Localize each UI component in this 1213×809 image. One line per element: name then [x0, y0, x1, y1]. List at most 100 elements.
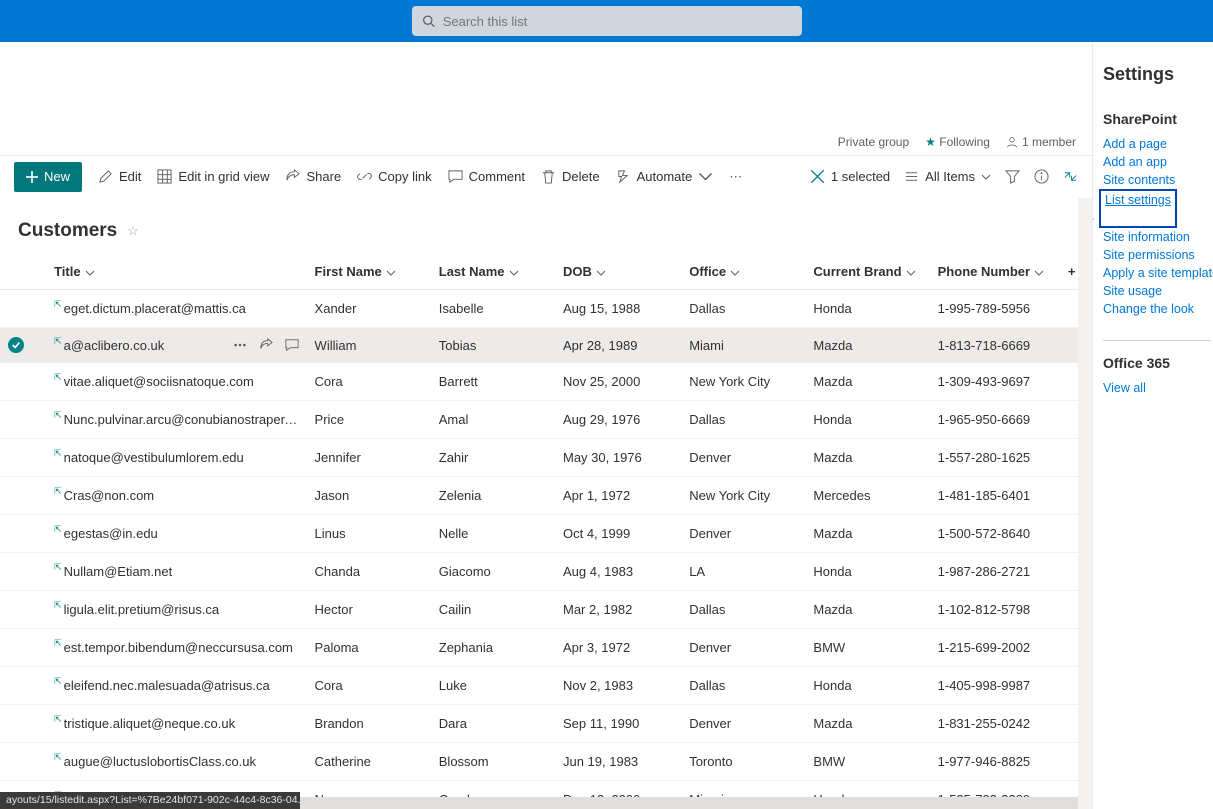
- more-icon[interactable]: [233, 338, 247, 352]
- more-button[interactable]: ⋯: [729, 169, 742, 185]
- cell-first: Cora: [307, 363, 431, 401]
- cell-title: egestas@in.edu: [64, 526, 299, 541]
- settings-link[interactable]: Site permissions: [1103, 246, 1213, 264]
- cell-phone: 1-977-946-8825: [930, 743, 1060, 781]
- edit-button[interactable]: Edit: [98, 169, 141, 184]
- table-row[interactable]: ⇱vitae.aliquet@sociisnatoque.comCoraBarr…: [0, 363, 1092, 401]
- row-checkbox[interactable]: [8, 486, 24, 502]
- cell-dob: Nov 25, 2000: [555, 363, 681, 401]
- chevron-down-icon: [698, 169, 713, 184]
- row-checkbox[interactable]: [8, 410, 24, 426]
- settings-link[interactable]: Site usage: [1103, 282, 1213, 300]
- cell-title: Nullam@Etiam.net: [64, 564, 299, 579]
- delete-button[interactable]: Delete: [541, 169, 600, 184]
- cell-title: eget.dictum.placerat@mattis.ca: [64, 301, 299, 316]
- new-indicator-icon: ⇱: [54, 336, 62, 347]
- cell-last: Zahir: [431, 439, 555, 477]
- row-checkbox[interactable]: [8, 448, 24, 464]
- row-checkbox[interactable]: [8, 562, 24, 578]
- row-checkbox[interactable]: [8, 676, 24, 692]
- new-button[interactable]: New: [14, 162, 82, 192]
- comment-icon[interactable]: [285, 338, 299, 352]
- cell-dob: Apr 3, 1972: [555, 629, 681, 667]
- row-checkbox[interactable]: [8, 299, 24, 315]
- settings-title: Settings: [1103, 64, 1213, 85]
- cell-brand: Honda: [805, 781, 929, 798]
- settings-link[interactable]: Change the look: [1103, 300, 1213, 318]
- column-header[interactable]: Last Name: [431, 254, 555, 290]
- row-checkbox[interactable]: [8, 714, 24, 730]
- expand-icon[interactable]: [1063, 169, 1078, 184]
- suite-bar: [0, 0, 1213, 42]
- selected-count[interactable]: 1 selected: [810, 169, 890, 184]
- share-button[interactable]: Share: [285, 169, 341, 184]
- cell-brand: Mazda: [805, 705, 929, 743]
- favorite-star-icon[interactable]: ☆: [127, 223, 139, 239]
- cell-office: LA: [681, 553, 805, 591]
- new-indicator-icon: ⇱: [54, 600, 62, 611]
- column-header[interactable]: Phone Number: [930, 254, 1060, 290]
- table-row[interactable]: ⇱egestas@in.eduLinusNelleOct 4, 1999Denv…: [0, 515, 1092, 553]
- cell-last: Amal: [431, 401, 555, 439]
- cell-first: Paloma: [307, 629, 431, 667]
- cell-phone: 1-995-789-5956: [930, 290, 1060, 328]
- cell-office: Miami: [681, 781, 805, 798]
- settings-link[interactable]: List settings: [1105, 193, 1171, 207]
- share-icon[interactable]: [259, 338, 273, 352]
- table-row[interactable]: ⇱augue@luctuslobortisClass.co.ukCatherin…: [0, 743, 1092, 781]
- new-indicator-icon: ⇱: [54, 299, 62, 310]
- link-icon: [357, 169, 372, 184]
- settings-link[interactable]: View all: [1103, 379, 1213, 397]
- person-icon: [1006, 136, 1018, 148]
- column-header[interactable]: Title: [46, 254, 306, 290]
- info-icon[interactable]: [1034, 169, 1049, 184]
- new-indicator-icon: ⇱: [54, 372, 62, 383]
- settings-link[interactable]: Site contents: [1103, 171, 1213, 189]
- cell-brand: Mazda: [805, 328, 929, 363]
- automate-button[interactable]: Automate: [616, 169, 714, 184]
- command-bar: New Edit Edit in grid view Share Copy li…: [0, 156, 1092, 198]
- table-row[interactable]: ⇱eget.dictum.placerat@mattis.caXanderIsa…: [0, 290, 1092, 328]
- settings-link[interactable]: Add a page: [1103, 135, 1213, 153]
- row-checkbox[interactable]: [8, 372, 24, 388]
- column-header[interactable]: First Name: [307, 254, 431, 290]
- view-switcher[interactable]: All Items: [904, 169, 991, 184]
- cell-office: Dallas: [681, 591, 805, 629]
- table-row[interactable]: ⇱Nullam@Etiam.netChandaGiacomoAug 4, 198…: [0, 553, 1092, 591]
- table-row[interactable]: ⇱eleifend.nec.malesuada@atrisus.caCoraLu…: [0, 667, 1092, 705]
- column-header-row: Title First Name Last Name DOB Office Cu…: [0, 254, 1092, 290]
- table-row[interactable]: ⇱ligula.elit.pretium@risus.caHectorCaili…: [0, 591, 1092, 629]
- table-row[interactable]: ⇱natoque@vestibulumlorem.eduJenniferZahi…: [0, 439, 1092, 477]
- column-header[interactable]: Current Brand: [805, 254, 929, 290]
- search-box[interactable]: [412, 6, 802, 36]
- row-checkbox[interactable]: [8, 600, 24, 616]
- list-title: Customers: [18, 220, 117, 242]
- settings-link[interactable]: Add an app: [1103, 153, 1213, 171]
- vertical-scrollbar[interactable]: [1078, 198, 1092, 809]
- search-input[interactable]: [443, 14, 792, 29]
- cell-first: Hector: [307, 591, 431, 629]
- column-header[interactable]: DOB: [555, 254, 681, 290]
- following-button[interactable]: ★ Following: [925, 135, 990, 149]
- column-header[interactable]: Office: [681, 254, 805, 290]
- edit-grid-button[interactable]: Edit in grid view: [157, 169, 269, 184]
- cell-dob: Aug 15, 1988: [555, 290, 681, 328]
- filter-icon[interactable]: [1005, 169, 1020, 184]
- cell-phone: 1-309-493-9697: [930, 363, 1060, 401]
- comment-button[interactable]: Comment: [448, 169, 525, 184]
- table-row[interactable]: ⇱tristique.aliquet@neque.co.ukBrandonDar…: [0, 705, 1092, 743]
- row-checkbox[interactable]: [8, 524, 24, 540]
- cell-brand: BMW: [805, 629, 929, 667]
- table-row[interactable]: ⇱est.tempor.bibendum@neccursusa.comPalom…: [0, 629, 1092, 667]
- settings-link[interactable]: Site information: [1103, 228, 1213, 246]
- row-checkbox[interactable]: [8, 337, 24, 353]
- members-button[interactable]: 1 member: [1006, 135, 1076, 149]
- table-row[interactable]: ⇱a@aclibero.co.ukWilliamTobiasApr 28, 19…: [0, 328, 1092, 363]
- row-checkbox[interactable]: [8, 752, 24, 768]
- copy-link-button[interactable]: Copy link: [357, 169, 431, 184]
- cell-last: Zelenia: [431, 477, 555, 515]
- settings-link[interactable]: Apply a site template: [1103, 264, 1213, 282]
- table-row[interactable]: ⇱Nunc.pulvinar.arcu@conubianostraper.edu…: [0, 401, 1092, 439]
- table-row[interactable]: ⇱Cras@non.comJasonZeleniaApr 1, 1972New …: [0, 477, 1092, 515]
- row-checkbox[interactable]: [8, 638, 24, 654]
